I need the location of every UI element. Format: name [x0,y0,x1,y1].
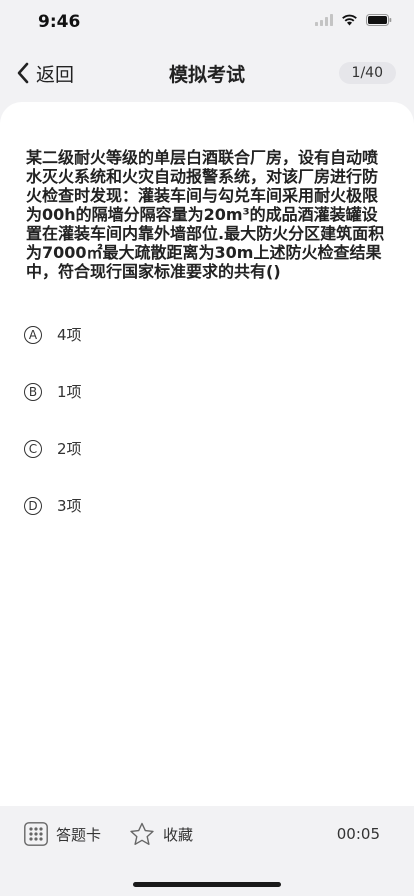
answer-card-label: 答题卡 [56,825,102,844]
question-panel: 某二级耐火等级的单层白酒联合厂房，设有自动喷水灭火系统和火灾自动报警系统，对该厂… [0,102,414,806]
status-bar: 9:46 [0,0,414,44]
option-letter: D [24,496,42,515]
option-b[interactable]: B 1项 [24,363,82,420]
option-d[interactable]: D 3项 [24,477,82,534]
option-letter: A [24,325,42,344]
wifi-icon [342,14,357,26]
question-text: 某二级耐火等级的单层白酒联合厂房，设有自动喷水灭火系统和火灾自动报警系统，对该厂… [26,148,385,281]
star-icon [130,822,154,845]
options-list: A 4项 B 1项 C 2项 D 3项 [24,306,82,534]
favorite-button[interactable]: 收藏 [129,822,193,847]
option-text: 2项 [57,440,82,458]
option-text: 1项 [57,383,82,401]
status-icons [315,14,392,26]
option-letter: C [24,439,42,458]
option-text: 4项 [57,326,82,344]
favorite-label: 收藏 [163,826,194,844]
question-progress-badge: 1/40 [338,62,396,84]
grid-icon [24,822,48,846]
status-time: 9:46 [38,12,81,32]
bottom-toolbar: 答题卡 收藏 00:05 [0,806,414,896]
navigation-bar: 返回 模拟考试 1/40 [0,50,414,96]
option-text: 3项 [57,497,82,515]
option-a[interactable]: A 4项 [24,306,82,363]
exam-timer: 00:05 [336,825,380,843]
option-letter: B [24,382,42,401]
battery-icon [366,14,392,26]
answer-card-button[interactable]: 答题卡 [24,822,101,846]
home-indicator[interactable] [133,882,281,887]
signal-icon [315,14,333,26]
option-c[interactable]: C 2项 [24,420,82,477]
